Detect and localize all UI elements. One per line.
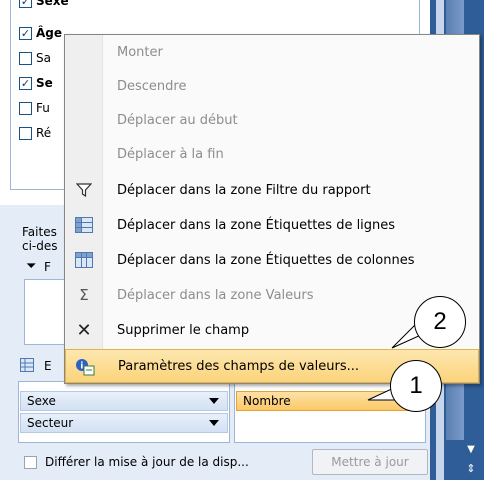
row-labels-icon: [73, 216, 95, 234]
menu-item-move-up[interactable]: Monter: [65, 35, 479, 69]
instruction-text: Faites: [22, 225, 57, 239]
menu-item-move-to-values[interactable]: Σ Déplacer dans la zone Valeurs: [65, 278, 479, 312]
checkbox-unchecked[interactable]: [19, 51, 32, 65]
checkbox-checked[interactable]: ✓: [19, 0, 32, 8]
defer-update-label: Différer la mise à jour de la disp...: [45, 455, 249, 469]
resize-icon[interactable]: ⇕: [460, 462, 482, 478]
filter-area-label: F: [44, 260, 51, 274]
field-label: Âge: [36, 26, 63, 40]
menu-item-move-to-end[interactable]: Déplacer à la fin: [65, 137, 479, 171]
checkbox-unchecked[interactable]: [19, 101, 32, 115]
callout-1: 1: [390, 360, 442, 412]
checkbox-checked[interactable]: ✓: [19, 26, 32, 40]
column-labels-icon: [73, 251, 95, 269]
menu-item-label: Supprimer le champ: [117, 322, 250, 338]
field-label: Sa: [36, 51, 51, 65]
menu-item-move-to-beginning[interactable]: Déplacer au début: [65, 103, 479, 137]
sigma-icon: Σ: [79, 286, 89, 304]
svg-text:i: i: [80, 362, 83, 372]
scroll-down-icon[interactable]: ▼: [460, 444, 482, 462]
value-field-settings-icon: i: [74, 358, 96, 376]
menu-item-label: Déplacer à la fin: [117, 146, 224, 162]
menu-item-move-to-row-labels[interactable]: Déplacer dans la zone Étiquettes de lign…: [65, 208, 479, 242]
callout-2: 2: [414, 296, 466, 348]
field-name: Nombre: [243, 394, 291, 408]
menu-item-label: Paramètres des champs de valeurs...: [118, 358, 359, 374]
menu-item-label: Descendre: [117, 78, 187, 94]
menu-item-label: Monter: [117, 44, 163, 60]
menu-item-label: Déplacer dans la zone Étiquettes de lign…: [117, 217, 396, 233]
row-area-label: E: [44, 359, 52, 373]
filter-icon: ⏷: [26, 259, 37, 274]
field-name: Secteur: [27, 416, 74, 430]
field-label: Sexe: [36, 0, 69, 8]
defer-update-row[interactable]: Différer la mise à jour de la disp...: [24, 455, 249, 469]
filter-drop-area[interactable]: [24, 279, 68, 345]
row-field-sexe[interactable]: Sexe: [20, 391, 228, 411]
row-labels-icon: [20, 358, 34, 375]
checkbox-checked[interactable]: ✓: [19, 76, 32, 90]
chevron-down-icon[interactable]: [209, 420, 219, 426]
instruction-text: ci-des: [22, 239, 58, 253]
menu-item-move-to-column-labels[interactable]: Déplacer dans la zone Étiquettes de colo…: [65, 243, 479, 277]
field-label: Se: [36, 76, 53, 90]
field-item-se[interactable]: ✓ Se: [19, 74, 53, 92]
field-name: Sexe: [27, 394, 56, 408]
menu-item-move-to-report-filter[interactable]: Déplacer dans la zone Filtre du rapport: [65, 173, 479, 207]
field-item-fu[interactable]: Fu: [19, 99, 50, 117]
chevron-down-icon[interactable]: [209, 398, 219, 404]
field-label: Ré: [36, 126, 52, 140]
row-field-secteur[interactable]: Secteur: [20, 413, 228, 433]
menu-item-label: Déplacer dans la zone Valeurs: [117, 287, 314, 303]
menu-item-label: Déplacer dans la zone Étiquettes de colo…: [117, 252, 415, 268]
field-item-sa[interactable]: Sa: [19, 49, 51, 67]
defer-update-checkbox[interactable]: [24, 455, 37, 469]
field-item-re[interactable]: Ré: [19, 124, 51, 142]
checkbox-unchecked[interactable]: [19, 126, 32, 140]
close-icon: ✕: [76, 319, 92, 341]
menu-item-label: Déplacer au début: [117, 112, 238, 128]
menu-item-move-down[interactable]: Descendre: [65, 69, 479, 103]
menu-item-label: Déplacer dans la zone Filtre du rapport: [117, 182, 371, 198]
filter-icon: [73, 181, 95, 199]
field-item-sexe[interactable]: ✓ Sexe: [19, 0, 69, 10]
field-item-age[interactable]: ✓ Âge: [19, 24, 62, 42]
update-button[interactable]: Mettre à jour: [312, 449, 428, 475]
field-label: Fu: [36, 101, 50, 115]
